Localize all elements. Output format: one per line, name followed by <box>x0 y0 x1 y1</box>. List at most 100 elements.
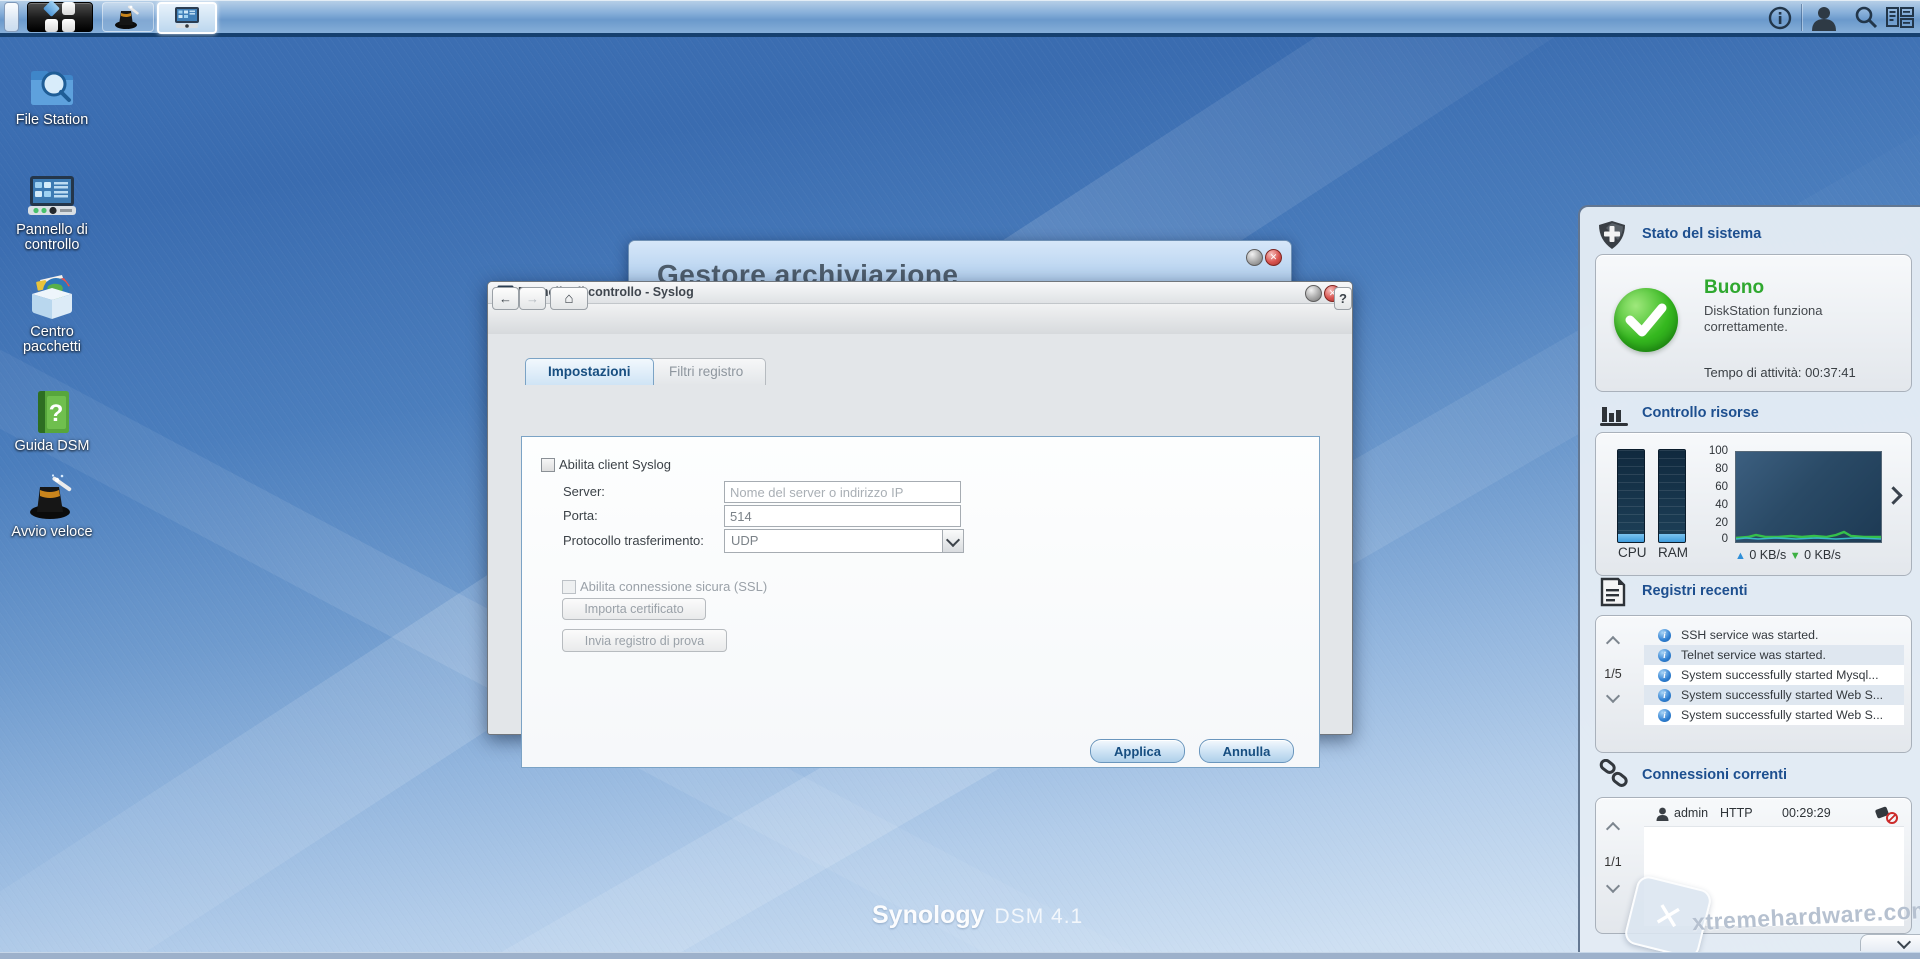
cpu-label: CPU <box>1618 545 1647 560</box>
send-test-log-button[interactable]: Invia registro di prova <box>562 629 727 652</box>
recent-logs-title: Registri recenti <box>1642 583 1748 599</box>
status-description: DiskStation funziona correttamente. <box>1704 303 1823 334</box>
info-icon <box>1768 6 1792 30</box>
recent-logs-card: 1/5 i SSH service was started. i Telnet se… <box>1595 615 1912 753</box>
log-row[interactable]: i System successfully started Web S... <box>1644 705 1904 725</box>
dsm-brand: Synology DSM 4.1 <box>872 901 1083 930</box>
brand-version: DSM 4.1 <box>994 905 1084 928</box>
dsm-help-icon: ? <box>38 391 69 433</box>
cpu-gauge <box>1617 449 1645 543</box>
tab-impostazioni[interactable]: Impostazioni <box>525 358 654 385</box>
syslog-dialog: Pannello di controllo - Syslog ✕ ← → ⌂ ?… <box>487 281 1353 768</box>
download-rate: 0 KB/s <box>1804 548 1841 562</box>
log-row[interactable]: i SSH service was started. <box>1644 625 1904 645</box>
enable-syslog-label: Abilita client Syslog <box>559 457 671 472</box>
download-arrow-icon: ▼ <box>1789 550 1801 562</box>
disconnect-slash-icon <box>1886 812 1898 824</box>
desktop-icon-control-panel[interactable]: Pannello di controllo <box>6 172 98 253</box>
user-icon <box>1812 7 1836 31</box>
shield-icon <box>1599 221 1625 249</box>
log-row[interactable]: i Telnet service was started. <box>1644 645 1904 665</box>
select-arrow-button[interactable] <box>942 530 963 552</box>
control-panel-icon <box>28 176 76 215</box>
resource-chart-icon <box>1600 407 1628 426</box>
desktop-icon-label: Avvio veloce <box>11 524 93 540</box>
desktop-icon-label: Guida DSM <box>14 438 90 454</box>
tab-filtri-registro[interactable]: Filtri registro <box>646 358 767 385</box>
desktop-icon-dsm-help[interactable]: ? Guida DSM <box>6 388 98 454</box>
magic-hat-icon <box>115 5 139 29</box>
info-icon: i <box>1658 628 1671 642</box>
log-row[interactable]: i System successfully started Web S... <box>1644 685 1904 705</box>
main-menu-icon <box>43 0 75 32</box>
server-input[interactable] <box>724 481 961 503</box>
log-icon <box>1600 577 1626 607</box>
user-menu-button[interactable] <box>1809 5 1839 31</box>
main-menu-button[interactable] <box>27 0 93 32</box>
desktop-icon-package-center[interactable]: Centro pacchetti <box>6 274 98 355</box>
minimize-button[interactable] <box>1305 285 1322 302</box>
help-info-button[interactable] <box>1765 5 1795 31</box>
pilot-view-icon <box>1886 7 1914 28</box>
show-desktop-button[interactable] <box>4 2 19 32</box>
info-icon: i <box>1658 668 1671 682</box>
quick-launch-button[interactable] <box>102 2 154 32</box>
info-icon: i <box>1658 708 1671 722</box>
y-tick: 60 <box>1715 481 1728 493</box>
y-tick: 80 <box>1715 463 1728 475</box>
desktop-icon-file-station[interactable]: File Station <box>6 62 98 128</box>
magic-hat-icon <box>30 474 72 519</box>
ssl-label: Abilita connessione sicura (SSL) <box>580 579 768 594</box>
info-icon: i <box>1658 688 1671 702</box>
import-certificate-button[interactable]: Importa certificato <box>562 598 706 620</box>
desktop-icon-quick-start[interactable]: Avvio veloce <box>6 474 98 540</box>
home-button[interactable]: ⌂ <box>550 287 588 310</box>
connection-user: admin <box>1674 806 1709 820</box>
y-tick: 100 <box>1708 445 1728 457</box>
connection-row[interactable]: admin HTTP 00:29:29 <box>1644 806 1904 824</box>
cancel-button[interactable]: Annulla <box>1199 739 1294 763</box>
page-down-icon[interactable] <box>1605 688 1621 704</box>
info-icon: i <box>1658 648 1671 662</box>
log-row[interactable]: i System successfully started Mysql... <box>1644 665 1904 685</box>
page-up-icon[interactable] <box>1605 635 1621 651</box>
logs-page-indicator: 1/5 <box>1604 667 1622 681</box>
taskbar-active-app-button[interactable] <box>157 2 217 34</box>
taskbar-separator <box>1801 4 1802 31</box>
protocol-value: UDP <box>731 533 759 548</box>
chevron-right-icon[interactable] <box>1884 486 1903 505</box>
file-station-icon <box>31 71 73 105</box>
desktop: File Station Pannello di controllo Centr… <box>0 0 1920 959</box>
protocol-select[interactable]: UDP <box>724 529 964 553</box>
enable-syslog-checkbox[interactable] <box>541 458 555 472</box>
link-icon <box>1599 759 1628 787</box>
pilot-view-button[interactable] <box>1885 5 1915 31</box>
y-tick: 20 <box>1715 517 1728 529</box>
status-ok-icon <box>1614 288 1678 352</box>
port-input[interactable] <box>724 505 961 527</box>
y-tick: 0 <box>1721 533 1728 545</box>
page-down-icon[interactable] <box>1605 878 1621 894</box>
ssl-checkbox[interactable] <box>562 580 576 594</box>
port-label: Porta: <box>563 508 598 523</box>
control-panel-icon <box>175 7 199 28</box>
minimize-button[interactable] <box>1246 249 1263 266</box>
logs-pager: 1/5 <box>1596 630 1630 730</box>
bottom-edge-strip <box>0 952 1920 959</box>
apply-button[interactable]: Applica <box>1090 739 1185 763</box>
network-chart <box>1735 451 1882 543</box>
upload-arrow-icon: ▲ <box>1735 550 1746 562</box>
search-button[interactable] <box>1851 5 1881 31</box>
close-icon[interactable]: ✕ <box>1265 249 1282 266</box>
uptime-text: Tempo di attività: 00:37:41 <box>1704 365 1856 380</box>
connections-pager: 1/1 <box>1596 816 1630 916</box>
desktop-icon-label: Pannello di controllo <box>16 222 88 253</box>
forward-button[interactable]: → <box>519 287 546 310</box>
ram-gauge <box>1658 449 1686 543</box>
dialog-help-button[interactable]: ? <box>1334 287 1352 310</box>
page-up-icon[interactable] <box>1605 821 1621 837</box>
resource-monitor-title: Controllo risorse <box>1642 405 1759 421</box>
sidebar-collapse-flap[interactable] <box>1860 934 1920 951</box>
back-button[interactable]: ← <box>492 287 519 310</box>
search-icon <box>1855 6 1878 29</box>
